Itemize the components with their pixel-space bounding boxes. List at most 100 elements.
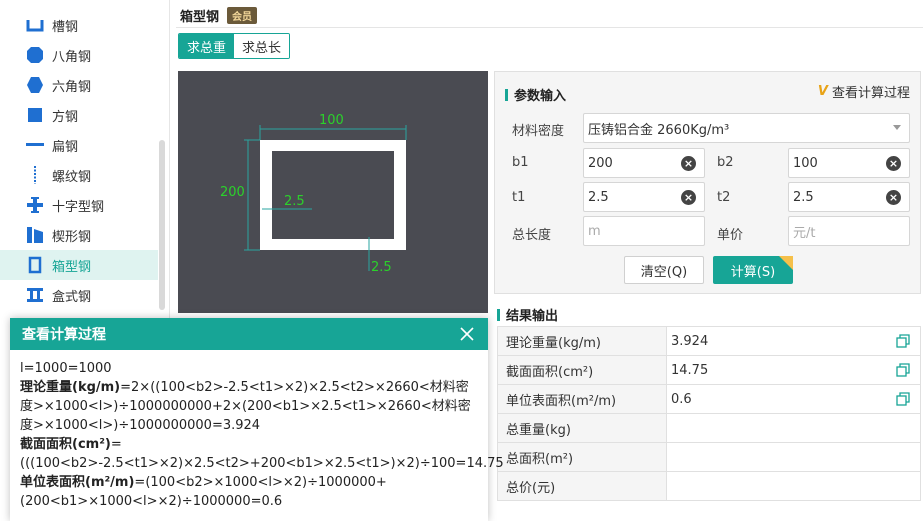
flat-bar-icon	[24, 134, 46, 156]
tab-total-weight[interactable]: 求总重	[179, 34, 235, 58]
vip-badge-text: 会员	[232, 12, 253, 23]
sidebar-item-label: 螺纹钢	[52, 169, 92, 185]
param-title-text: 参数输入	[514, 89, 567, 104]
length-field[interactable]: m	[583, 216, 705, 246]
octagon-icon	[24, 44, 46, 66]
result-row: 理论重量(kg/m) 3.924	[498, 327, 921, 356]
clear-button-label: 清空(Q)	[640, 264, 688, 280]
copy-icon[interactable]	[896, 334, 910, 348]
dialog-title: 查看计算过程	[22, 327, 106, 343]
b1-field[interactable]: 200 ×	[583, 148, 705, 178]
copy-icon[interactable]	[896, 363, 910, 377]
sidebar-item-box[interactable]: 箱型钢	[0, 250, 158, 280]
length-line: l=1000=1000	[20, 361, 112, 376]
result-value-cell	[667, 414, 921, 442]
sidebar-item-label: 六角钢	[52, 79, 92, 95]
b1-label: b1	[512, 155, 529, 170]
result-label: 总面积(m²)	[498, 443, 667, 471]
sidebar-item-flat[interactable]: 扁钢	[0, 130, 158, 160]
section-diagram: 100 200 2.5 2.5	[178, 71, 488, 313]
sidebar-item-square[interactable]: 方钢	[0, 100, 158, 130]
calculate-button[interactable]: 计算(S)	[713, 256, 793, 284]
tab-total-length[interactable]: 求总长	[234, 34, 290, 58]
result-value: 0.6	[671, 391, 692, 407]
param-panel: 参数输入 V 查看计算过程 材料密度 压铸铝合金 2660Kg/m³ b1 20…	[494, 71, 921, 294]
close-icon[interactable]	[458, 325, 476, 343]
sidebar-item-hexagon[interactable]: 六角钢	[0, 70, 158, 100]
surface-formula: 单位表面积(m²/m)=(100<b2>×1000<l>×2)÷1000000+…	[20, 473, 478, 511]
sidebar-item-wedge[interactable]: 楔形钢	[0, 220, 158, 250]
sidebar-item-label: 扁钢	[52, 139, 79, 155]
result-value: 14.75	[671, 362, 709, 378]
price-placeholder: 元/t	[793, 225, 816, 241]
chevron-down-icon	[893, 125, 901, 130]
density-select[interactable]: 压铸铝合金 2660Kg/m³	[583, 113, 910, 143]
weight-formula-label: 理论重量(kg/m)	[20, 380, 121, 395]
result-table: 理论重量(kg/m) 3.924 截面面积(cm²) 14.75 单位表面积(m…	[497, 326, 921, 501]
sidebar-item-rebar[interactable]: 螺纹钢	[0, 160, 158, 190]
t1-field[interactable]: 2.5 ×	[583, 182, 705, 212]
t1-field-label: t1	[512, 190, 526, 205]
copy-icon[interactable]	[896, 392, 910, 406]
sidebar-item-label: 槽钢	[52, 19, 79, 35]
b2-label: b2	[717, 155, 734, 170]
result-label: 截面面积(cm²)	[498, 356, 667, 384]
result-row: 总重量(kg)	[498, 414, 921, 443]
vip-badge: 会员	[227, 7, 258, 24]
t2-value: 2.5	[793, 189, 814, 205]
sidebar-item-label: 八角钢	[52, 49, 92, 65]
calculate-button-label: 计算(S)	[730, 264, 776, 280]
clear-t1-icon[interactable]: ×	[681, 190, 696, 205]
title-divider	[176, 27, 923, 28]
b1-value: 200	[588, 155, 613, 171]
page-title: 箱型钢	[180, 10, 220, 25]
price-label: 单价	[717, 228, 744, 243]
surface-formula-label: 单位表面积(m²/m)	[20, 475, 135, 490]
process-dialog: 查看计算过程 l=1000=1000 理论重量(kg/m)=2×((100<b2…	[10, 318, 504, 521]
result-value-cell: 0.6	[667, 385, 921, 413]
section-bar	[497, 308, 500, 321]
view-process-label: 查看计算过程	[831, 86, 910, 101]
sidebar-item-label: 盒式钢	[52, 289, 92, 305]
param-section-title: 参数输入	[505, 85, 566, 104]
result-value: 3.924	[671, 333, 709, 349]
sidebar-item-ibeam[interactable]: 盒式钢	[0, 280, 158, 310]
result-row: 单位表面积(m²/m) 0.6	[498, 385, 921, 414]
sidebar-item-octagon[interactable]: 八角钢	[0, 40, 158, 70]
density-label: 材料密度	[512, 124, 565, 139]
i-beam-icon	[24, 284, 46, 306]
mode-tabs: 求总重 求总长	[178, 33, 291, 59]
weight-formula: 理论重量(kg/m)=2×((100<b2>-2.5<t1>×2)×2.5<t2…	[20, 378, 478, 435]
result-label: 总重量(kg)	[498, 414, 667, 442]
sidebar-item-channel[interactable]: 槽钢	[0, 10, 158, 40]
clear-button[interactable]: 清空(Q)	[624, 256, 704, 284]
sidebar-item-label: 楔形钢	[52, 229, 92, 245]
sidebar-scrollbar[interactable]	[159, 140, 165, 310]
price-field[interactable]: 元/t	[788, 216, 910, 246]
width-label: 100	[319, 113, 344, 128]
result-section-title: 结果输出	[497, 305, 558, 324]
box-section-drawing: 100 200 2.5 2.5	[220, 113, 407, 275]
sidebar-item-cross[interactable]: 十字型钢	[0, 190, 158, 220]
square-icon	[24, 104, 46, 126]
height-label: 200	[220, 185, 245, 200]
clear-b2-icon[interactable]: ×	[886, 156, 901, 171]
clear-b1-icon[interactable]: ×	[681, 156, 696, 171]
result-row: 总价(元)	[498, 472, 921, 501]
vip-icon: V	[817, 84, 828, 99]
clear-t2-icon[interactable]: ×	[886, 190, 901, 205]
t2-field[interactable]: 2.5 ×	[788, 182, 910, 212]
result-row: 截面面积(cm²) 14.75	[498, 356, 921, 385]
box-icon	[24, 254, 46, 276]
density-value: 压铸铝合金 2660Kg/m³	[588, 122, 730, 138]
dialog-body: l=1000=1000 理论重量(kg/m)=2×((100<b2>-2.5<t…	[10, 350, 504, 511]
b2-field[interactable]: 100 ×	[788, 148, 910, 178]
length-placeholder: m	[588, 223, 601, 239]
channel-icon	[24, 14, 46, 36]
result-value-cell	[667, 443, 921, 471]
section-bar	[505, 88, 508, 101]
view-process-link[interactable]: V 查看计算过程	[818, 82, 910, 101]
title-row: 箱型钢 会员	[180, 6, 258, 25]
vip-corner-icon	[779, 256, 793, 270]
cross-icon	[24, 194, 46, 216]
